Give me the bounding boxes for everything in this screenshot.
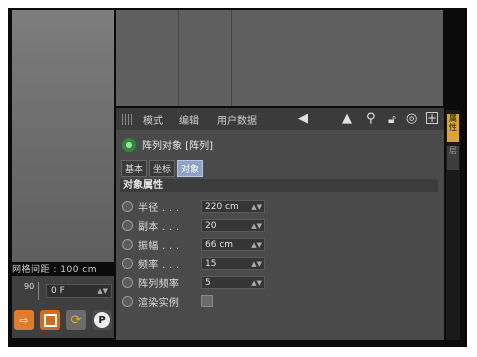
property-label: 阵列频率 xyxy=(138,278,180,290)
tab-coordinates[interactable]: 坐标 xyxy=(149,160,176,177)
property-amplitude: 振幅 . . . 66 cm ▲▼ xyxy=(122,236,422,252)
animate-radio[interactable] xyxy=(122,238,133,250)
field-value: 15 xyxy=(205,258,217,269)
property-label: 副本 . . . xyxy=(138,221,180,233)
search-icon[interactable]: ⚲ xyxy=(366,112,376,126)
animate-radio[interactable] xyxy=(122,219,133,231)
ruler-value: 90 xyxy=(24,282,35,291)
property-label: 半径 . . . xyxy=(138,202,180,214)
property-label: 振幅 . . . xyxy=(138,240,180,252)
attributes-panel: 模式 编辑 用户数据 ◀ ▲ ⚲ 🔓︎ ◎ + 阵列对象 [阵列] 基本 坐标 … xyxy=(116,108,444,340)
animate-radio[interactable] xyxy=(122,257,133,269)
spinner-icon[interactable]: ▲▼ xyxy=(97,285,108,297)
field-value: 5 xyxy=(205,277,211,288)
attributes-toolbar: 模式 编辑 用户数据 ◀ ▲ ⚲ 🔓︎ ◎ + xyxy=(116,108,444,130)
arrow-right-icon[interactable]: ⇨ xyxy=(14,310,34,330)
spinner-icon[interactable]: ▲▼ xyxy=(251,220,262,232)
right-tab-strip: 属性 层 xyxy=(446,110,460,340)
pane-middle xyxy=(179,10,232,106)
array-frequency-field[interactable]: 5 ▲▼ xyxy=(201,275,265,289)
tab-attributes-side[interactable]: 属性 xyxy=(447,114,459,142)
menu-mode[interactable]: 模式 xyxy=(143,112,163,127)
spinner-icon[interactable]: ▲▼ xyxy=(251,258,262,270)
target-icon[interactable]: ◎ xyxy=(406,112,417,126)
property-frequency: 频率 . . . 15 ▲▼ xyxy=(122,255,422,271)
menu-edit[interactable]: 编辑 xyxy=(179,112,199,127)
field-value: 20 xyxy=(205,220,217,231)
keyframe-icon[interactable] xyxy=(40,310,60,330)
menu-user-data[interactable]: 用户数据 xyxy=(217,112,257,127)
tab-layers-side[interactable]: 层 xyxy=(447,146,459,170)
lock-icon[interactable]: 🔓︎ xyxy=(388,112,396,126)
new-panel-icon[interactable]: + xyxy=(426,112,438,124)
tab-object[interactable]: 对象 xyxy=(177,160,204,177)
spinner-icon[interactable]: ▲▼ xyxy=(251,277,262,289)
spinner-icon[interactable]: ▲▼ xyxy=(251,239,262,251)
spinner-icon[interactable]: ▲▼ xyxy=(251,201,262,213)
property-render-instances: 渲染实例 xyxy=(122,293,422,309)
cursor-arrow-icon[interactable]: ▲ xyxy=(342,112,352,126)
animate-radio[interactable] xyxy=(122,295,133,307)
autokey-loop-icon[interactable]: ⟳ xyxy=(66,310,86,330)
timeline-ruler[interactable]: 90 xyxy=(16,282,39,300)
amplitude-field[interactable]: 66 cm ▲▼ xyxy=(201,237,265,251)
copies-field[interactable]: 20 ▲▼ xyxy=(201,218,265,232)
property-label: 频率 . . . xyxy=(138,259,180,271)
render-instances-checkbox[interactable] xyxy=(201,295,213,307)
tab-basic[interactable]: 基本 xyxy=(121,160,148,177)
frequency-field[interactable]: 15 ▲▼ xyxy=(201,256,265,270)
pane-right xyxy=(232,10,442,106)
grid-spacing-label: 网格间距 : 100 cm xyxy=(12,265,98,275)
property-radius: 半径 . . . 220 cm ▲▼ xyxy=(122,198,422,214)
object-header: 阵列对象 [阵列] xyxy=(122,137,213,152)
radius-field[interactable]: 220 cm ▲▼ xyxy=(201,199,265,213)
animate-radio[interactable] xyxy=(122,200,133,212)
parking-icon[interactable]: P xyxy=(92,310,112,330)
property-copies: 副本 . . . 20 ▲▼ xyxy=(122,217,422,233)
pane-left xyxy=(116,10,179,106)
frame-field[interactable]: 0 F ▲▼ xyxy=(46,284,112,298)
transport-icons: ⇨ ⟳ P xyxy=(14,310,112,330)
panel-grip-icon[interactable] xyxy=(122,114,134,125)
frame-value: 0 F xyxy=(51,286,65,296)
viewport[interactable] xyxy=(12,10,114,262)
top-panels xyxy=(116,10,443,106)
section-title: 对象属性 xyxy=(120,179,438,192)
timeline-area: 90 0 F ▲▼ ⇨ ⟳ P xyxy=(12,276,114,338)
array-object-icon xyxy=(122,137,136,152)
property-array-frequency: 阵列频率 5 ▲▼ xyxy=(122,274,422,290)
field-value: 220 cm xyxy=(205,201,239,212)
field-value: 66 cm xyxy=(205,239,234,250)
property-label: 渲染实例 xyxy=(138,297,180,309)
object-name: 阵列对象 [阵列] xyxy=(142,141,213,152)
animate-radio[interactable] xyxy=(122,276,133,288)
back-arrow-icon[interactable]: ◀ xyxy=(298,112,308,126)
attribute-tabs: 基本 坐标 对象 xyxy=(121,160,204,177)
